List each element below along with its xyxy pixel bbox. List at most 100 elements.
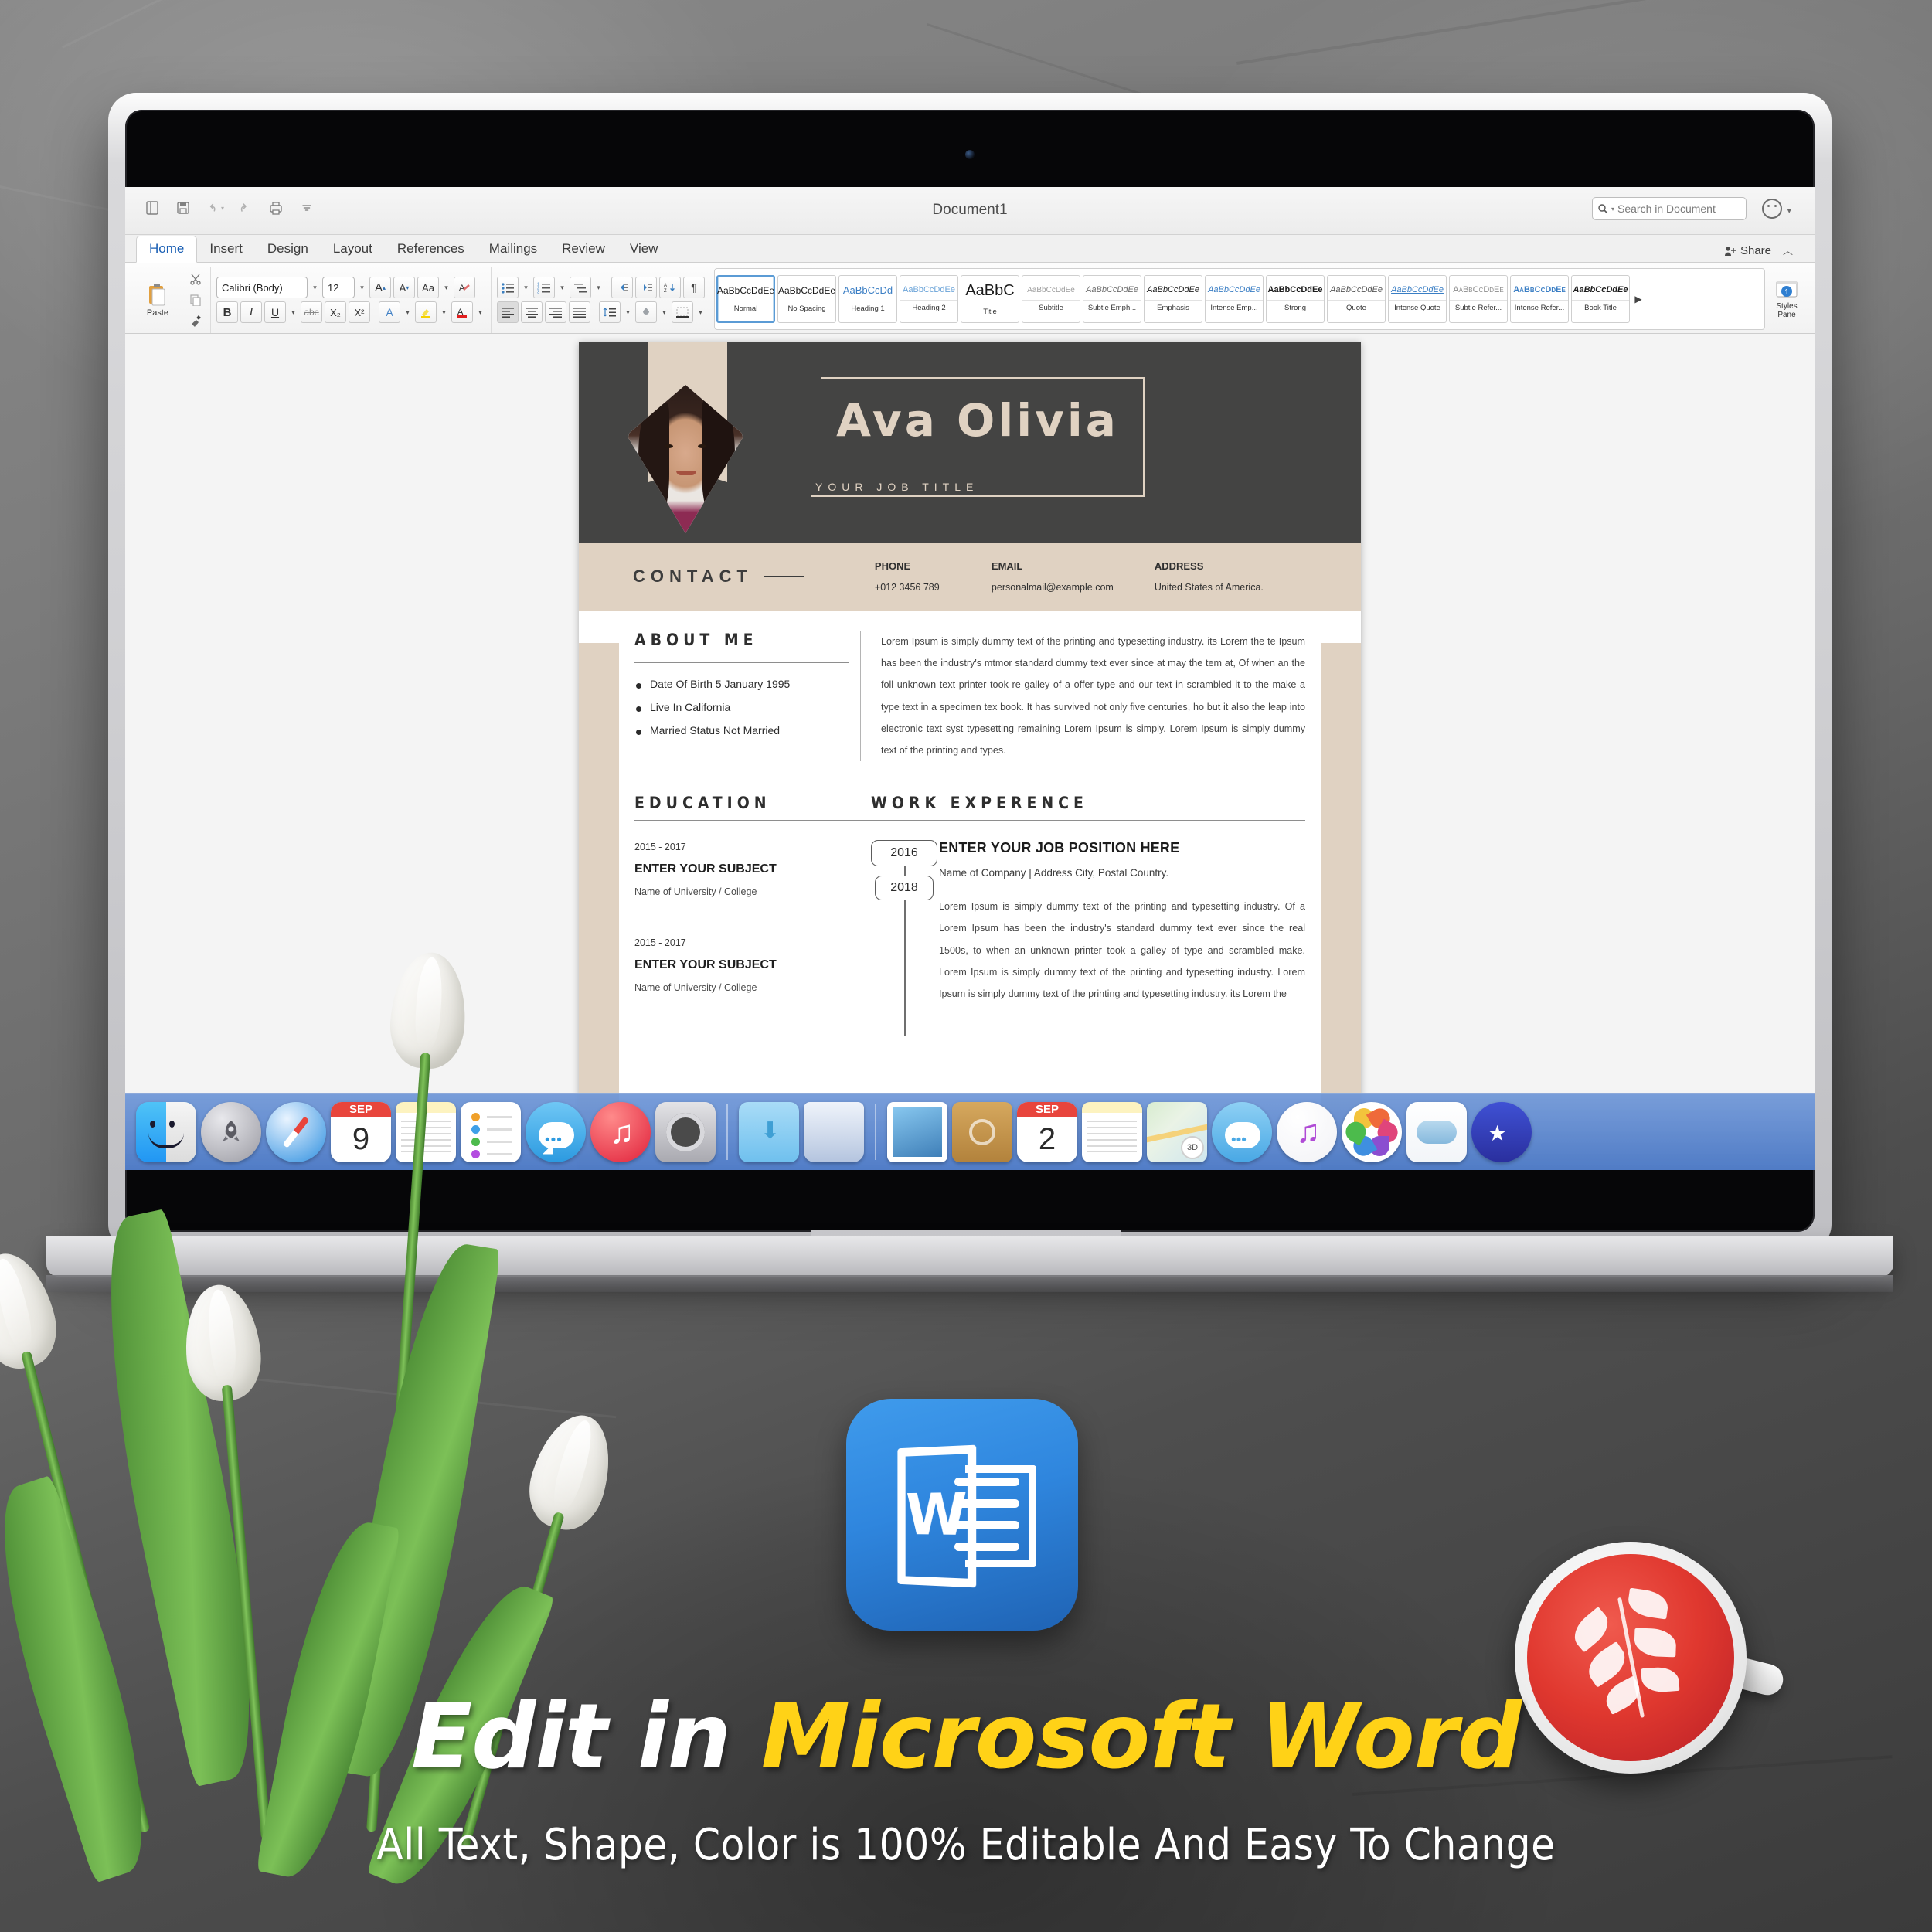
style-strong[interactable]: AaBbCcDdEe Strong: [1266, 275, 1325, 323]
decrease-font-icon[interactable]: A ▾: [393, 277, 415, 298]
dock-item-launchpad[interactable]: [201, 1101, 261, 1162]
clear-formatting-icon[interactable]: A: [454, 277, 475, 298]
numbered-list-dropdown-icon[interactable]: ▾: [557, 284, 567, 292]
tab-references[interactable]: References: [385, 236, 477, 262]
resume-page[interactable]: Ava Olivia YOUR JOB TITLE CONTACT PHONE: [579, 342, 1361, 1170]
line-spacing-dropdown-icon[interactable]: ▾: [623, 308, 633, 317]
style-emphasis[interactable]: AaBbCcDdEe Emphasis: [1144, 275, 1202, 323]
dock-item-system-preferences[interactable]: [655, 1101, 716, 1162]
copy-button[interactable]: [186, 291, 205, 309]
share-button[interactable]: Share: [1724, 244, 1771, 257]
font-size-input[interactable]: 12: [322, 277, 355, 298]
styles-gallery[interactable]: AaBbCcDdEe Normal AaBbCcDdEe No Spacing …: [714, 268, 1765, 330]
dock-item-photos[interactable]: [1342, 1101, 1402, 1162]
tab-insert[interactable]: Insert: [197, 236, 255, 262]
style-book-title[interactable]: AaBbCcDdEe Book Title: [1571, 275, 1630, 323]
dock-item-itunes-2[interactable]: ♫: [1277, 1101, 1337, 1162]
borders-dropdown-icon[interactable]: ▾: [696, 308, 706, 317]
paste-button[interactable]: Paste: [137, 267, 179, 333]
shading-dropdown-icon[interactable]: ▾: [659, 308, 669, 317]
cut-button[interactable]: [186, 270, 205, 288]
borders-icon[interactable]: [672, 301, 693, 323]
highlight-dropdown-icon[interactable]: ▾: [439, 308, 449, 317]
font-size-dropdown-icon[interactable]: ▾: [357, 284, 367, 292]
style-subtitle[interactable]: AaBbCcDdEe Subtitle: [1022, 275, 1080, 323]
shading-icon[interactable]: [635, 301, 657, 323]
numbered-list-icon[interactable]: 123: [533, 277, 555, 298]
style-quote[interactable]: AaBbCcDdEe Quote: [1327, 275, 1386, 323]
dock-item-messages[interactable]: •••: [526, 1101, 586, 1162]
change-case-icon[interactable]: Aa: [417, 277, 439, 298]
style-heading-1[interactable]: AaBbCcDd Heading 1: [838, 275, 897, 323]
text-effects-dropdown-icon[interactable]: ▾: [403, 308, 413, 317]
collapse-ribbon-icon[interactable]: ︿: [1783, 243, 1793, 257]
format-painter-button[interactable]: [186, 311, 205, 330]
chevron-right-icon[interactable]: ▶: [1632, 294, 1645, 304]
dock-item-maps[interactable]: 3D: [1147, 1101, 1207, 1162]
italic-button[interactable]: I: [240, 301, 262, 323]
font-color-dropdown-icon[interactable]: ▾: [475, 308, 485, 317]
text-effects-icon[interactable]: A: [379, 301, 400, 323]
subscript-button[interactable]: X₂: [325, 301, 346, 323]
multilevel-list-icon[interactable]: [570, 277, 591, 298]
dock-item-messages-2[interactable]: •••: [1212, 1101, 1272, 1162]
font-name-dropdown-icon[interactable]: ▾: [310, 284, 320, 292]
align-right-icon[interactable]: [545, 301, 566, 323]
tab-view[interactable]: View: [617, 236, 671, 262]
style-intense-quote[interactable]: AaBbCcDdEe Intense Quote: [1388, 275, 1447, 323]
font-name-input[interactable]: Calibri (Body): [216, 277, 308, 298]
tab-design[interactable]: Design: [255, 236, 321, 262]
line-spacing-icon[interactable]: [599, 301, 621, 323]
strikethrough-button[interactable]: abc: [301, 301, 322, 323]
promo-headline: Edit in Microsoft Word: [0, 1685, 1932, 1789]
education-item: 2015 - 2017 ENTER YOUR SUBJECT Name of U…: [634, 842, 860, 897]
underline-button[interactable]: U: [264, 301, 286, 323]
style-preview: AaBbCcDdEe: [1330, 285, 1383, 294]
style-intense-reference[interactable]: AaBbCcDdEe Intense Refer...: [1510, 275, 1569, 323]
paragraph-mark-icon[interactable]: ¶: [683, 277, 705, 298]
dock-item-downloads[interactable]: ⬇: [739, 1101, 799, 1162]
dock-item-imovie[interactable]: ★: [1471, 1101, 1532, 1162]
multilevel-list-dropdown-icon[interactable]: ▾: [594, 284, 604, 292]
style-name: Intense Emp...: [1206, 300, 1263, 312]
style-subtle-reference[interactable]: AaBbCcDdEe Subtle Refer...: [1449, 275, 1508, 323]
sort-icon[interactable]: AZ: [659, 277, 681, 298]
dock-item-trash[interactable]: [804, 1101, 864, 1162]
style-heading-2[interactable]: AaBbCcDdEe Heading 2: [900, 275, 958, 323]
align-left-icon[interactable]: [497, 301, 519, 323]
dock-item-finder[interactable]: [136, 1101, 196, 1162]
increase-font-icon[interactable]: A ▴: [369, 277, 391, 298]
smiley-icon[interactable]: [1762, 199, 1782, 219]
tab-review[interactable]: Review: [549, 236, 617, 262]
underline-dropdown-icon[interactable]: ▾: [288, 308, 298, 317]
bullet-list-icon[interactable]: [497, 277, 519, 298]
tab-mailings[interactable]: Mailings: [477, 236, 549, 262]
style-intense-emphasis[interactable]: AaBbCcDdEe Intense Emp...: [1205, 275, 1264, 323]
highlight-icon[interactable]: [415, 301, 437, 323]
dock-item-calendar-2[interactable]: SEP 2: [1017, 1101, 1077, 1162]
style-no-spacing[interactable]: AaBbCcDdEe No Spacing: [777, 275, 836, 323]
style-title[interactable]: AaBbC Title: [961, 275, 1019, 323]
dock-item-icloud-drive[interactable]: [1406, 1101, 1467, 1162]
tab-home[interactable]: Home: [136, 236, 198, 263]
superscript-button[interactable]: X²: [349, 301, 370, 323]
dock-item-safari[interactable]: [266, 1101, 326, 1162]
justify-icon[interactable]: [569, 301, 590, 323]
dock-item-itunes[interactable]: ♫: [590, 1101, 651, 1162]
search-input[interactable]: ▾ Search in Document: [1592, 197, 1747, 220]
style-subtle-emphasis[interactable]: AaBbCcDdEe Subtle Emph...: [1083, 275, 1141, 323]
bullet-list-dropdown-icon[interactable]: ▾: [521, 284, 531, 292]
style-normal[interactable]: AaBbCcDdEe Normal: [716, 275, 775, 323]
increase-indent-icon[interactable]: [635, 277, 657, 298]
bold-button[interactable]: B: [216, 301, 238, 323]
decrease-indent-icon[interactable]: [611, 277, 633, 298]
tab-layout[interactable]: Layout: [321, 236, 385, 262]
change-case-dropdown-icon[interactable]: ▾: [441, 284, 451, 292]
dock-item-notes-2[interactable]: [1082, 1101, 1142, 1162]
font-color-icon[interactable]: A: [451, 301, 473, 323]
chevron-down-icon[interactable]: ▾: [1787, 206, 1791, 216]
styles-pane-button[interactable]: 1 Styles Pane: [1765, 267, 1808, 333]
dock-item-mail[interactable]: [887, 1101, 947, 1162]
dock-item-contacts[interactable]: [952, 1101, 1012, 1162]
align-center-icon[interactable]: [521, 301, 543, 323]
